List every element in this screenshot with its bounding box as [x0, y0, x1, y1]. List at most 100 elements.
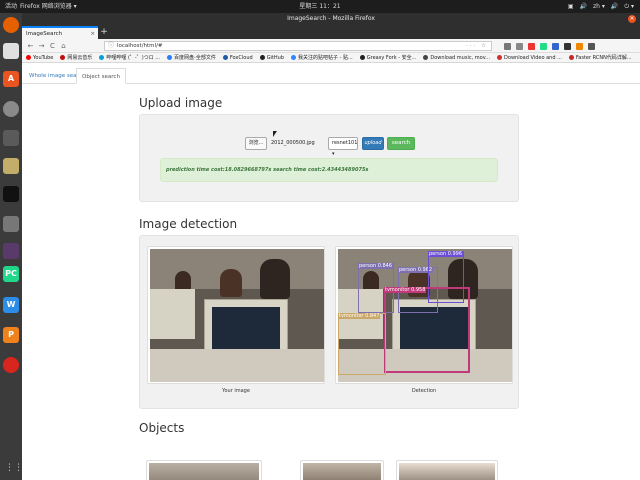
object-card[interactable] [300, 460, 384, 480]
window-close-icon[interactable]: × [628, 15, 636, 23]
detection-box: tvmonitor 0.847 [338, 313, 386, 375]
extension-icon[interactable] [576, 42, 583, 50]
sidebar-icon[interactable] [516, 42, 523, 50]
uploaded-photo [150, 249, 324, 382]
object-card[interactable] [396, 460, 498, 480]
system-monitor-icon[interactable] [3, 130, 19, 146]
detection-label: person 0.996 [428, 251, 464, 257]
selected-file-name: 2012_000500.jpg [271, 140, 315, 146]
desktop-top-bar: 活动 Firefox 网络浏览器 ▾ 星期三 11：21 ▣ 🔊 zh ▾ 🔊 … [0, 0, 640, 13]
system-tray: ▣ 🔊 zh ▾ 🔊 ⏻ ▾ [568, 0, 634, 13]
bookmark-favicon-icon [359, 55, 365, 60]
object-thumbnail [149, 463, 259, 480]
input-method[interactable]: zh ▾ [593, 0, 605, 13]
bookmark-favicon-icon [568, 55, 574, 60]
detection-box: tvmonitor 0.958 [384, 287, 470, 373]
page-content: Whole image search Object search Upload … [22, 64, 640, 480]
library-icon[interactable] [504, 42, 511, 50]
object-thumbnail [303, 463, 381, 480]
extension-icon[interactable] [552, 42, 559, 50]
bookmark-favicon-icon [99, 55, 105, 60]
new-tab-button[interactable]: + [99, 25, 109, 39]
bookmark-item[interactable]: Faster RCNN代码详解... [568, 53, 632, 62]
browser-tab[interactable]: ImageSearch × [22, 26, 98, 39]
upload-heading: Upload image [139, 96, 223, 110]
software-center-icon[interactable]: A [3, 71, 19, 87]
bookmark-item[interactable]: GitHub [259, 53, 284, 62]
detection-caption: Detection [411, 388, 437, 394]
tab-title: ImageSearch [26, 31, 63, 37]
object-card[interactable] [146, 460, 262, 480]
extension-icon[interactable] [528, 42, 535, 50]
volume-icon[interactable]: 🔊 [611, 0, 618, 13]
bookmark-favicon-icon [222, 55, 228, 60]
dock: A PC W P ⋮⋮ [0, 13, 23, 480]
firefox-icon[interactable] [3, 17, 19, 33]
bookmarks-toolbar: YouTube 网易云音乐 哔哩哔哩 (゜-゜)つロ ... 百度网盘-全部文件… [22, 53, 640, 63]
your-image-caption: Your image [222, 388, 250, 394]
your-image-thumbnail[interactable] [147, 246, 325, 384]
settings-gear-icon[interactable] [3, 101, 19, 117]
archive-icon[interactable] [3, 158, 19, 174]
navigation-bar: ← → C ⌂ ⓘ localhost/html/# ··· ☆ [22, 39, 640, 53]
detection-panel: Your image person 0.846 person 0.962 per… [139, 235, 519, 409]
back-icon[interactable]: ← [26, 39, 35, 53]
bookmark-favicon-icon [291, 55, 297, 60]
extension-icon[interactable] [564, 42, 571, 50]
pycharm-icon[interactable]: PC [3, 266, 19, 282]
browse-file-button[interactable]: 浏览... [245, 137, 267, 150]
bookmark-favicon-icon [60, 55, 66, 60]
bookmark-item[interactable]: 我关注的贴吧帖子 - 贴... [291, 53, 353, 62]
detection-label: tvmonitor 0.847 [338, 313, 381, 319]
detection-heading: Image detection [139, 217, 238, 231]
window-title: ImageSearch - Mozilla Firefox [287, 15, 375, 22]
bookmark-item[interactable]: Greasy Fork - 安全... [359, 53, 416, 62]
bookmark-favicon-icon [167, 55, 173, 60]
detection-photo: person 0.846 person 0.962 person 0.996 t… [338, 249, 512, 382]
bookmark-favicon-icon [259, 55, 265, 60]
reload-icon[interactable]: C [48, 39, 57, 53]
forward-icon[interactable]: → [37, 39, 46, 53]
terminal-icon[interactable] [3, 186, 19, 202]
object-thumbnail [399, 463, 495, 480]
bookmark-item[interactable]: Download Video and ... [497, 53, 562, 62]
tray-icon-screen[interactable]: ▣ [568, 0, 574, 13]
clock[interactable]: 星期三 11：21 [0, 0, 640, 13]
show-applications-icon[interactable]: ⋮⋮ [5, 462, 23, 474]
bookmark-item[interactable]: 百度网盘-全部文件 [167, 53, 216, 62]
tab-object-search[interactable]: Object search [76, 68, 126, 84]
browser-window: ImageSearch - Mozilla Firefox × ImageSea… [22, 13, 640, 480]
bookmark-item[interactable]: YouTube [26, 53, 53, 62]
qt-creator-icon[interactable] [3, 243, 19, 259]
url-bar[interactable]: ⓘ localhost/html/# ··· ☆ [104, 41, 492, 51]
power-icon[interactable]: ⏻ ▾ [624, 0, 634, 13]
files-icon[interactable] [3, 43, 19, 59]
detection-thumbnail[interactable]: person 0.846 person 0.962 person 0.996 t… [335, 246, 513, 384]
site-info-icon[interactable]: ⓘ [108, 42, 114, 50]
tray-icon-sound[interactable]: 🔊 [579, 0, 586, 13]
home-icon[interactable]: ⌂ [59, 39, 68, 53]
extension-icon[interactable] [540, 42, 547, 50]
search-button[interactable]: search [387, 137, 415, 150]
netease-music-icon[interactable] [3, 357, 19, 373]
detection-label: tvmonitor 0.958 [384, 287, 427, 293]
upload-button[interactable]: upload [362, 137, 384, 150]
menu-icon[interactable] [588, 42, 595, 50]
bookmark-item[interactable]: Download music, mov... [423, 53, 490, 62]
bookmark-item[interactable]: 哔哩哔哩 (゜-゜)つロ ... [99, 53, 160, 62]
url-text: localhost/html/# [117, 43, 163, 49]
wps-presentation-icon[interactable]: P [3, 327, 19, 343]
upload-panel: 浏览... 2012_000500.jpg resnet101 ▾ upload… [139, 114, 519, 202]
timing-result-alert: prediction time cost:18.0829668797s sear… [160, 158, 498, 182]
bookmark-item[interactable]: FoxCloud [222, 53, 253, 62]
bookmark-item[interactable]: 网易云音乐 [60, 53, 92, 62]
detection-label: person 0.846 [358, 263, 394, 269]
page-actions[interactable]: ··· ☆ [466, 42, 488, 50]
objects-heading: Objects [139, 421, 185, 435]
mouse-cursor [273, 131, 277, 137]
wps-writer-icon[interactable]: W [3, 297, 19, 313]
camera-icon[interactable] [3, 216, 19, 232]
model-select[interactable]: resnet101 ▾ [328, 137, 358, 157]
toolbar-icons [504, 39, 595, 53]
tab-strip: ImageSearch × + [22, 25, 640, 39]
